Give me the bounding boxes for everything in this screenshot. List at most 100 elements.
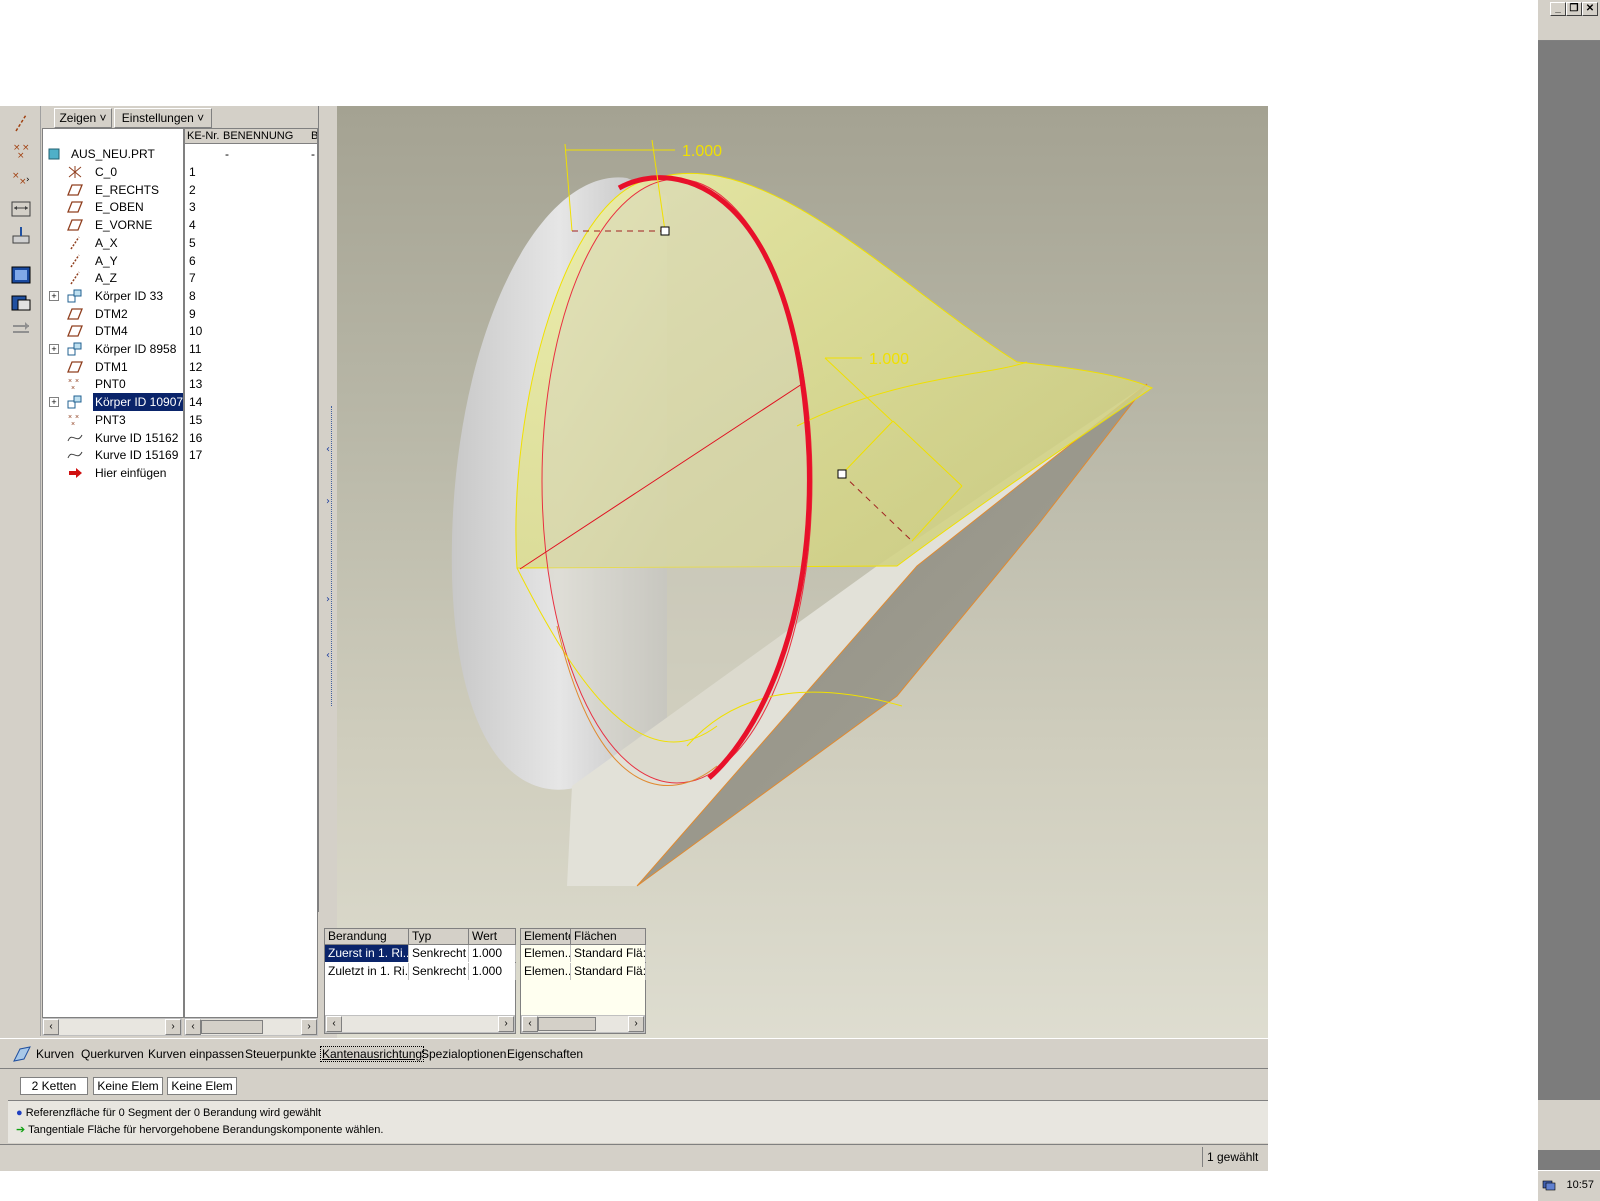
tree-item[interactable]: DTM1 (43, 358, 183, 376)
splitter-arrows[interactable]: ‹ › › ‹ (325, 442, 335, 722)
tree-item[interactable]: + Körper ID 8958 (43, 340, 183, 358)
datum-point-tool-icon[interactable]: × × × (10, 140, 32, 162)
collector-field[interactable]: Keine Elem (167, 1077, 237, 1095)
table-horizontal-scrollbar[interactable]: ‹ › (325, 1015, 515, 1033)
expand-icon[interactable]: + (49, 290, 59, 301)
part-icon (48, 148, 60, 160)
dimension-value-top[interactable]: 1.000 (682, 143, 722, 160)
element-cell-elements[interactable]: Elemen... (521, 945, 571, 962)
network-icon[interactable] (1542, 1178, 1556, 1192)
taskbar-clock[interactable]: 10:57 (1566, 1179, 1594, 1191)
table-horizontal-scrollbar[interactable]: ‹ › (521, 1015, 645, 1033)
tree-horizontal-scrollbar[interactable]: ‹ › (42, 1018, 182, 1036)
tree-item[interactable]: + Körper ID 10907 (43, 393, 183, 412)
surface-analysis-icon[interactable] (10, 264, 32, 286)
svg-text:›: › (26, 175, 30, 185)
dimension-value-right[interactable]: 1.000 (869, 351, 909, 368)
expand-icon[interactable]: + (49, 397, 59, 408)
tree-item-number: 15 (189, 412, 203, 427)
boundary-cell-value[interactable]: 1.000 (469, 963, 516, 980)
tree-item[interactable]: C_0 (43, 163, 183, 181)
tree-item[interactable]: Hier einfügen (43, 464, 183, 482)
close-button[interactable]: ✕ (1582, 2, 1598, 16)
scroll-left-button[interactable]: ‹ (185, 1019, 201, 1035)
minimize-button[interactable]: _ (1550, 2, 1566, 16)
tab-eigenschaften[interactable]: Eigenschaften (507, 1047, 583, 1061)
tree-item-label: A_Y (95, 253, 118, 268)
datum-axis-icon (67, 271, 83, 285)
element-cell-surfaces[interactable]: Standard Flä:F (571, 945, 646, 962)
tree-item[interactable]: A_Y (43, 252, 183, 270)
tree-item[interactable]: E_VORNE (43, 216, 183, 234)
scroll-right-button[interactable]: › (628, 1016, 644, 1032)
sensitivity-analysis-icon[interactable] (10, 318, 32, 340)
column-header-value[interactable]: Wert (469, 929, 515, 945)
column-header-extra[interactable]: B (309, 129, 317, 144)
column-header-name[interactable]: BENENNUNG (221, 129, 310, 144)
tree-item[interactable]: DTM4 (43, 322, 183, 340)
tree-item[interactable]: E_RECHTS (43, 181, 183, 199)
tab-querkurven[interactable]: Querkurven (81, 1047, 144, 1061)
measure-tool-icon[interactable] (10, 198, 32, 220)
tree-item[interactable]: × × × PNT3 (43, 411, 183, 429)
tree-item[interactable]: × × × PNT0 (43, 375, 183, 393)
datum-plane-icon (67, 183, 83, 197)
element-cell-surfaces[interactable]: Standard Flä:F (571, 963, 646, 980)
boundary-cell-type[interactable]: Senkrecht (409, 963, 469, 980)
scroll-left-button[interactable]: ‹ (522, 1016, 538, 1032)
tree-item[interactable]: A_X (43, 234, 183, 252)
column-header-elements[interactable]: Elemente (521, 929, 571, 945)
collector-field[interactable]: 2 Ketten (20, 1077, 88, 1095)
tree-item[interactable]: DTM2 (43, 305, 183, 323)
point-offset-tool-icon[interactable]: × × › (10, 168, 32, 190)
expand-icon[interactable]: + (49, 344, 59, 354)
model-tree: AUS_NEU.PRT C_0 E_RECHTS E_OBEN E_VORNE A_X A… (42, 128, 184, 1018)
boundary-cell-value[interactable]: 1.000 (469, 945, 516, 962)
panel-splitter[interactable]: ‹ › › ‹ (318, 106, 337, 912)
tab-kantenausrichtung[interactable]: Kantenausrichtung (320, 1046, 425, 1062)
tree-item[interactable]: E_OBEN (43, 198, 183, 216)
analysis-tool-icon[interactable] (10, 224, 32, 246)
tab-kurven-einpassen[interactable]: Kurven einpassen (148, 1047, 244, 1061)
tab-steuerpunkte[interactable]: Steuerpunkte (245, 1047, 316, 1061)
scroll-right-button[interactable]: › (498, 1016, 514, 1032)
datum-axis-tool-icon[interactable] (10, 112, 32, 134)
boundary-cell-boundary[interactable]: Zuerst in 1. Ri... (325, 945, 409, 962)
column-header-ke-nr[interactable]: KE-Nr. (185, 129, 222, 144)
tab-kurven[interactable]: Kurven (36, 1047, 74, 1061)
settings-menu-button[interactable]: Einstellungen ˅ (114, 108, 212, 128)
restore-button[interactable]: ❐ (1566, 2, 1582, 16)
selection-count[interactable]: 1 gewählt (1202, 1147, 1271, 1167)
tree-item[interactable]: Kurve ID 15169 (43, 446, 183, 464)
column-header-type[interactable]: Typ (409, 929, 469, 945)
scroll-thumb[interactable] (538, 1017, 596, 1031)
tree-item[interactable]: A_Z (43, 269, 183, 287)
boundary-cell-boundary[interactable]: Zuletzt in 1. Ri... (325, 963, 409, 980)
column-header-surfaces[interactable]: Flächen (571, 929, 645, 945)
drag-handle[interactable] (660, 226, 670, 236)
graphics-viewport[interactable]: 1.000 1.000 (337, 106, 1268, 1038)
model-analysis-icon[interactable] (10, 292, 32, 314)
tab-spezialoptionen[interactable]: Spezialoptionen (421, 1047, 506, 1061)
columns-horizontal-scrollbar[interactable]: ‹ › (184, 1018, 318, 1036)
tree-item[interactable]: + Körper ID 33 (43, 287, 183, 305)
tree-root-item[interactable]: AUS_NEU.PRT (43, 145, 183, 163)
tree-item-label: DTM2 (95, 306, 128, 321)
drag-handle[interactable] (837, 469, 847, 479)
datum-plane-icon (67, 307, 83, 321)
background-window (1538, 0, 1600, 1200)
show-menu-button[interactable]: Zeigen ˅ (54, 108, 112, 128)
model-graphics[interactable]: 1.000 1.000 (337, 106, 1268, 1038)
scroll-left-button[interactable]: ‹ (43, 1019, 59, 1035)
scroll-thumb[interactable] (201, 1020, 263, 1034)
tree-item[interactable]: Kurve ID 15162 (43, 429, 183, 447)
element-cell-elements[interactable]: Elemen... (521, 963, 571, 980)
collector-field[interactable]: Keine Elem (93, 1077, 163, 1095)
column-header-boundary[interactable]: Berandung (325, 929, 409, 945)
tree-item-number: 5 (189, 235, 196, 250)
system-tray: 10:57 (1538, 1170, 1600, 1201)
scroll-left-button[interactable]: ‹ (326, 1016, 342, 1032)
scroll-right-button[interactable]: › (301, 1019, 317, 1035)
boundary-cell-type[interactable]: Senkrecht (409, 945, 469, 962)
scroll-right-button[interactable]: › (165, 1019, 181, 1035)
